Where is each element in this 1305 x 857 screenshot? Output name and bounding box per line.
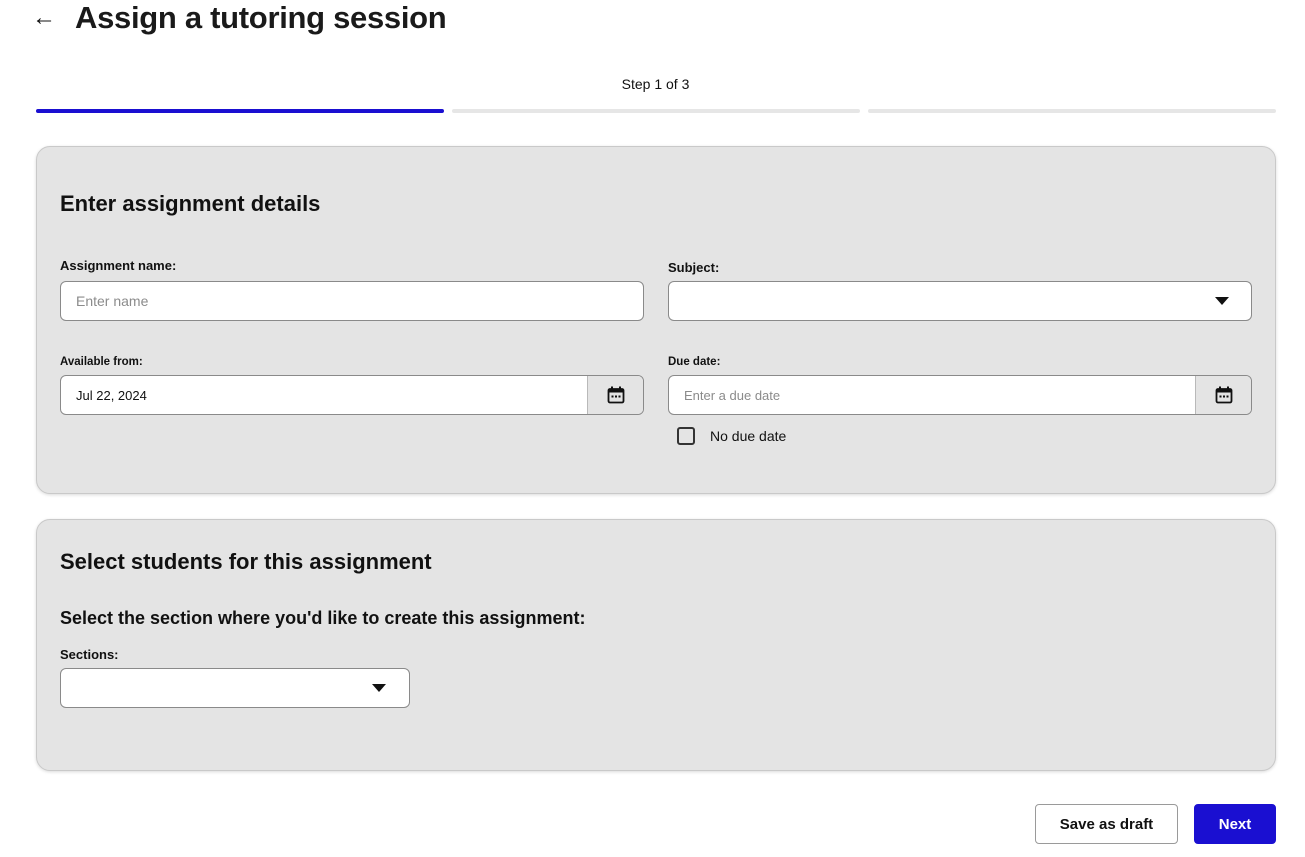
progress-step-1 xyxy=(36,109,444,113)
back-arrow-icon[interactable]: ← xyxy=(30,4,58,32)
progress-step-3 xyxy=(868,109,1276,113)
subject-select[interactable] xyxy=(668,281,1252,321)
available-from-input[interactable]: Jul 22, 2024 xyxy=(60,375,644,415)
assignment-name-placeholder: Enter name xyxy=(76,293,149,309)
chevron-down-icon xyxy=(1215,297,1229,305)
subject-label: Subject: xyxy=(668,260,720,275)
assignment-name-input[interactable]: Enter name xyxy=(60,281,644,321)
calendar-icon xyxy=(1215,386,1232,404)
sections-select[interactable] xyxy=(60,668,410,708)
sections-label: Sections: xyxy=(60,647,119,662)
available-from-calendar-button[interactable] xyxy=(587,376,643,414)
chevron-down-icon xyxy=(372,684,386,692)
next-button[interactable]: Next xyxy=(1194,804,1276,844)
calendar-icon xyxy=(607,386,624,404)
assignment-details-title: Enter assignment details xyxy=(60,191,321,216)
due-date-input[interactable]: Enter a due date xyxy=(668,375,1252,415)
page-title: Assign a tutoring session xyxy=(75,0,447,35)
available-from-label: Available from: xyxy=(60,356,143,368)
save-as-draft-button[interactable]: Save as draft xyxy=(1035,804,1178,844)
select-students-card: Select students for this assignment Sele… xyxy=(36,519,1276,771)
select-students-title: Select students for this assignment xyxy=(60,549,432,574)
available-from-value: Jul 22, 2024 xyxy=(76,387,147,403)
progress-step-2 xyxy=(452,109,860,113)
no-due-date-row[interactable]: No due date xyxy=(677,427,786,445)
step-indicator-label: Step 1 of 3 xyxy=(621,76,690,92)
assign-session-page: ← Assign a tutoring session Step 1 of 3 … xyxy=(0,0,1305,857)
assignment-name-label: Assignment name: xyxy=(60,258,177,273)
step-progress-bar xyxy=(36,109,1276,114)
section-subheading: Select the section where you'd like to c… xyxy=(60,608,586,628)
due-date-calendar-button[interactable] xyxy=(1195,376,1251,414)
due-date-placeholder: Enter a due date xyxy=(684,387,781,403)
no-due-date-label: No due date xyxy=(710,428,787,444)
assignment-details-card: Enter assignment details Assignment name… xyxy=(36,146,1276,494)
no-due-date-checkbox[interactable] xyxy=(677,427,695,445)
due-date-label: Due date: xyxy=(668,356,721,368)
